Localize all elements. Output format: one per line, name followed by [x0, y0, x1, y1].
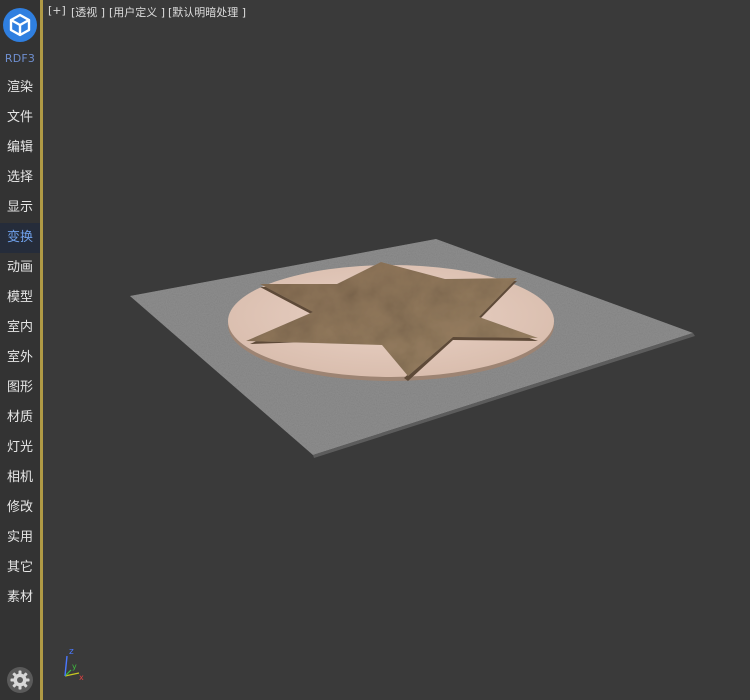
sidebar-item-12[interactable]: 灯光: [0, 433, 40, 463]
sidebar-menu: 渲染 文件 编辑 选择 显示 变换 动画 模型 室内 室外 图形 材质 灯光 相机 修改 实用 其它 素材: [0, 73, 40, 613]
sidebar-item-13[interactable]: 相机: [0, 463, 40, 493]
sidebar-item-6[interactable]: 动画: [0, 253, 40, 283]
sidebar-item-15[interactable]: 实用: [0, 523, 40, 553]
cube-logo-icon[interactable]: [3, 8, 37, 42]
sidebar-item-10[interactable]: 图形: [0, 373, 40, 403]
sidebar-item-14[interactable]: 修改: [0, 493, 40, 523]
sidebar-item-1[interactable]: 文件: [0, 103, 40, 133]
sidebar-item-3[interactable]: 选择: [0, 163, 40, 193]
sidebar-item-17[interactable]: 素材: [0, 583, 40, 613]
sidebar-item-11[interactable]: 材质: [0, 403, 40, 433]
sidebar-item-2[interactable]: 编辑: [0, 133, 40, 163]
sidebar-item-5[interactable]: 变换: [0, 223, 40, 253]
axis-z-label: z: [69, 647, 74, 657]
sidebar-item-16[interactable]: 其它: [0, 553, 40, 583]
sidebar-item-7[interactable]: 模型: [0, 283, 40, 313]
brand-label: RDF3: [4, 52, 36, 65]
sidebar-item-8[interactable]: 室内: [0, 313, 40, 343]
axis-gizmo: z y x: [64, 647, 84, 682]
gear-icon[interactable]: [7, 667, 33, 693]
perspective-viewport[interactable]: [+] [透视 ] [用户定义 ] [默认明暗处理 ] z y x: [43, 0, 750, 700]
axis-x-label: x: [79, 673, 84, 682]
sidebar-item-9[interactable]: 室外: [0, 343, 40, 373]
3d-scene[interactable]: [43, 0, 750, 700]
sidebar-item-0[interactable]: 渲染: [0, 73, 40, 103]
sidebar-item-4[interactable]: 显示: [0, 193, 40, 223]
left-toolbar: RDF3 渲染 文件 编辑 选择 显示 变换 动画 模型 室内 室外 图形 材质 灯光 相机 修改 实用 其它素…: [0, 0, 43, 700]
axis-y-label: y: [72, 662, 77, 671]
